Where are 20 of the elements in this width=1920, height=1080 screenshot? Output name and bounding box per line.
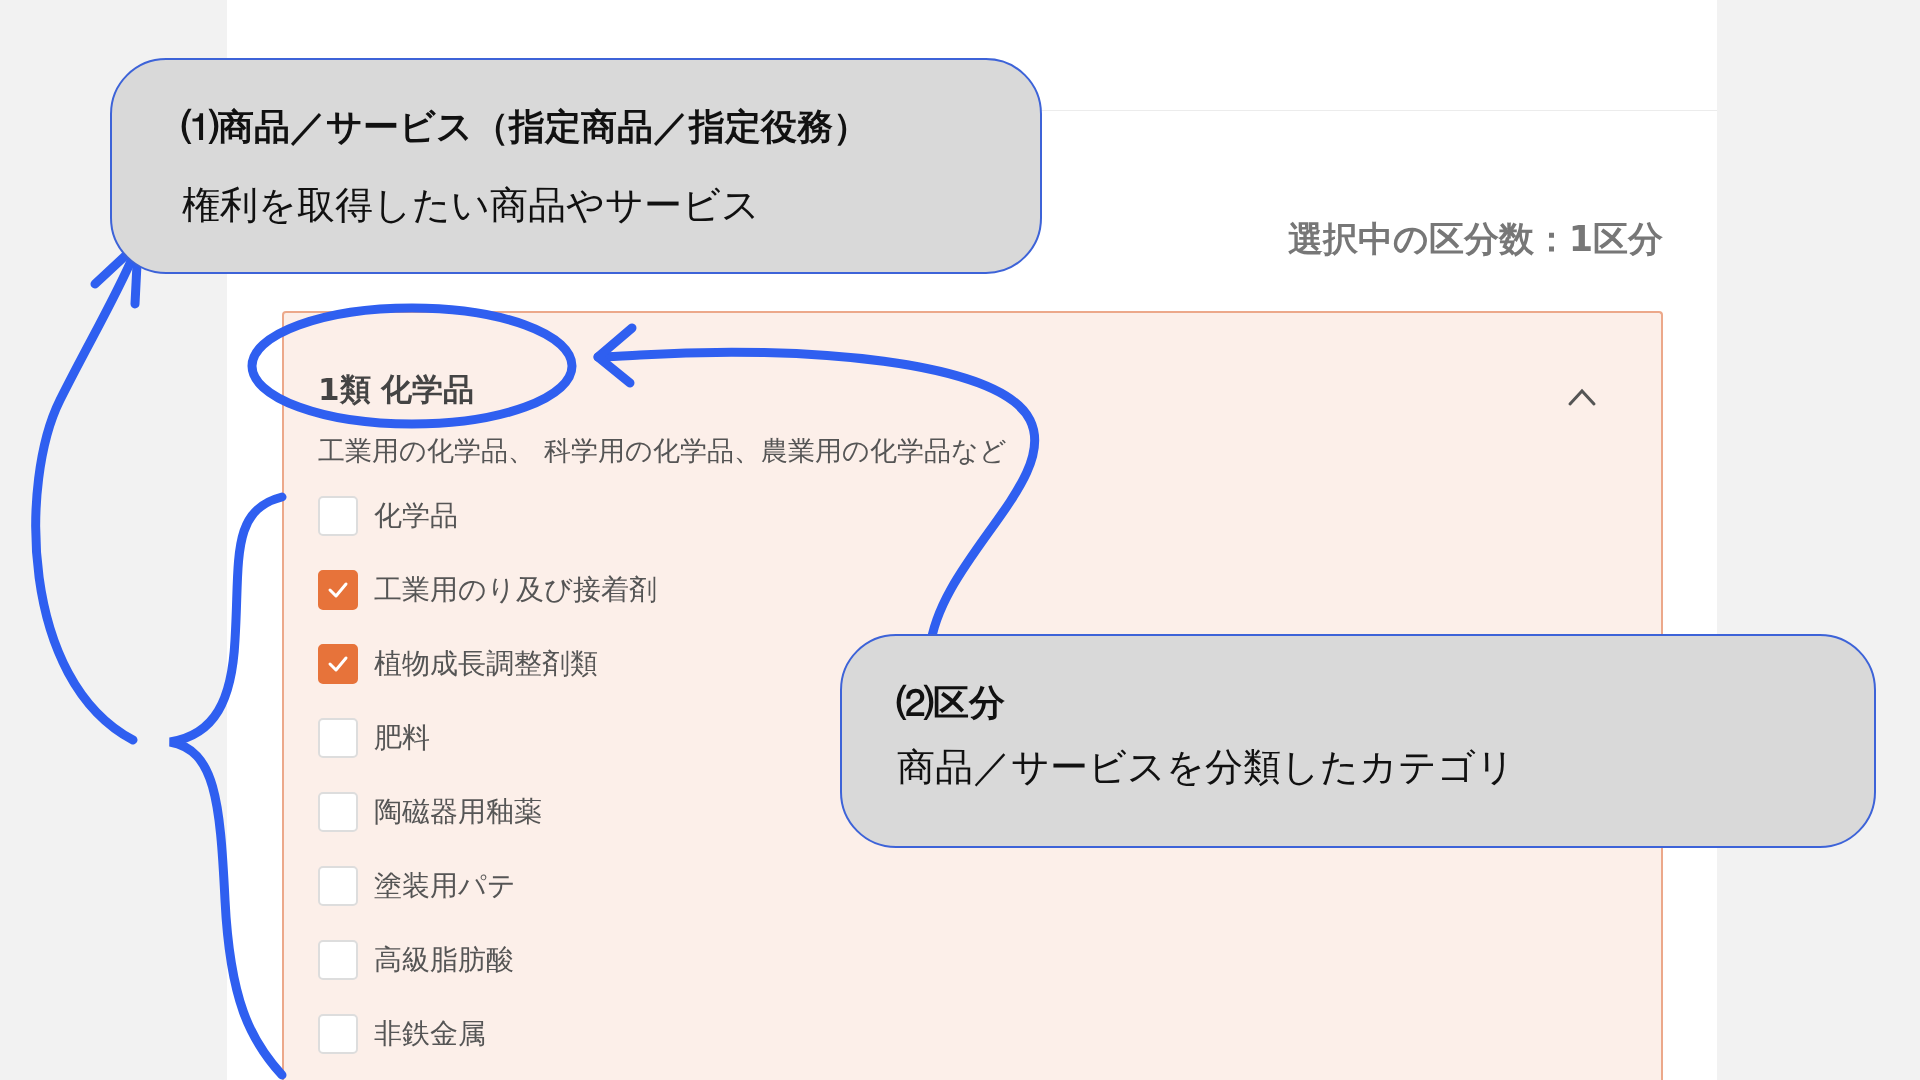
checkbox-label: 塗装用パテ: [374, 868, 516, 904]
checkbox-label: 化学品: [374, 498, 458, 534]
selected-class-count: 選択中の区分数：1区分: [1286, 218, 1664, 261]
checkbox[interactable]: [318, 570, 358, 610]
chevron-up-icon[interactable]: [1567, 387, 1597, 407]
checkbox-label: 非鉄金属: [374, 1016, 486, 1052]
checkbox-label: 工業用のり及び接着剤: [374, 572, 657, 608]
callout-title: ⑴商品／サービス（指定商品／指定役務）: [182, 105, 870, 149]
class-description: 工業用の化学品、 科学用の化学品、農業用の化学品など: [318, 434, 1008, 468]
callout-text: 権利を取得したい商品やサービス: [182, 182, 761, 229]
checkbox-label: 高級脂肪酸: [374, 942, 514, 978]
checkbox-label: 植物成長調整剤類: [374, 646, 598, 682]
check-icon: [327, 655, 349, 673]
checkbox-label: 肥料: [374, 720, 430, 756]
checkbox-label: 陶磁器用釉薬: [374, 794, 542, 830]
check-icon: [327, 581, 349, 599]
callout-text: 商品／サービスを分類したカテゴリ: [897, 744, 1516, 791]
class-title: 1類 化学品: [318, 370, 475, 409]
checkbox[interactable]: [318, 644, 358, 684]
callout-title: ⑵区分: [897, 681, 1006, 725]
